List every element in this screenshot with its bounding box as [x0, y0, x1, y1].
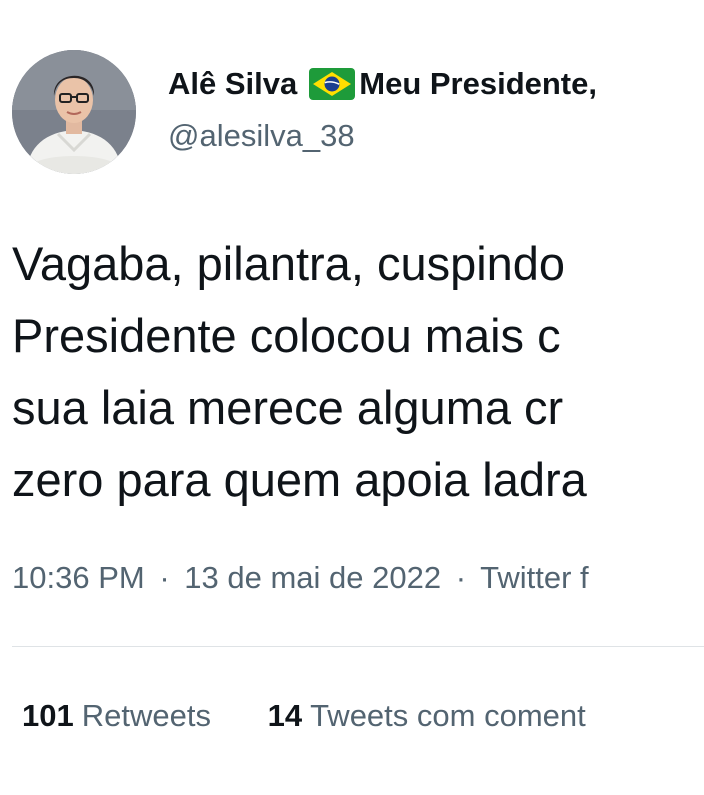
- tweet-stats: 101 Retweets 14 Tweets com coment: [22, 694, 586, 738]
- tweet-meta: 10:36 PM · 13 de mai de 2022 · Twitter f: [12, 556, 589, 600]
- brazil-flag-icon: [309, 68, 356, 100]
- retweets-label: Retweets: [81, 698, 211, 733]
- author-name-row[interactable]: Alê Silva Meu Presidente,: [168, 62, 597, 106]
- tweet-text-line: Presidente colocou mais c: [12, 309, 561, 362]
- quote-tweets-stat[interactable]: 14 Tweets com coment: [268, 698, 586, 733]
- quote-tweets-label: Tweets com coment: [310, 698, 586, 733]
- avatar-photo: [12, 50, 136, 174]
- tweet-text-line: Vagaba, pilantra, cuspindo: [12, 237, 566, 290]
- tweet-time[interactable]: 10:36 PM: [12, 560, 145, 595]
- author-handle[interactable]: @alesilva_38: [168, 116, 355, 156]
- meta-separator: ·: [159, 560, 170, 595]
- quote-tweets-count: 14: [267, 698, 303, 733]
- avatar[interactable]: [12, 50, 136, 174]
- meta-separator: ·: [455, 560, 467, 595]
- retweets-stat[interactable]: 101 Retweets: [22, 698, 220, 733]
- tweet-source[interactable]: Twitter f: [480, 560, 589, 595]
- tweet-date[interactable]: 13 de mai de 2022: [184, 560, 441, 595]
- author-name-suffix[interactable]: Meu Presidente,: [359, 62, 597, 106]
- retweets-count: 101: [22, 698, 74, 733]
- author-name[interactable]: Alê Silva: [168, 62, 297, 106]
- divider: [12, 646, 704, 647]
- tweet-text: Vagaba, pilantra, cuspindo Presidente co…: [12, 228, 704, 516]
- tweet-text-line: sua laia merece alguma cr: [12, 381, 564, 434]
- tweet-text-line: zero para quem apoia ladra: [12, 453, 587, 506]
- tweet-card: Alê Silva Meu Presidente, @alesilva_38 V…: [0, 0, 704, 795]
